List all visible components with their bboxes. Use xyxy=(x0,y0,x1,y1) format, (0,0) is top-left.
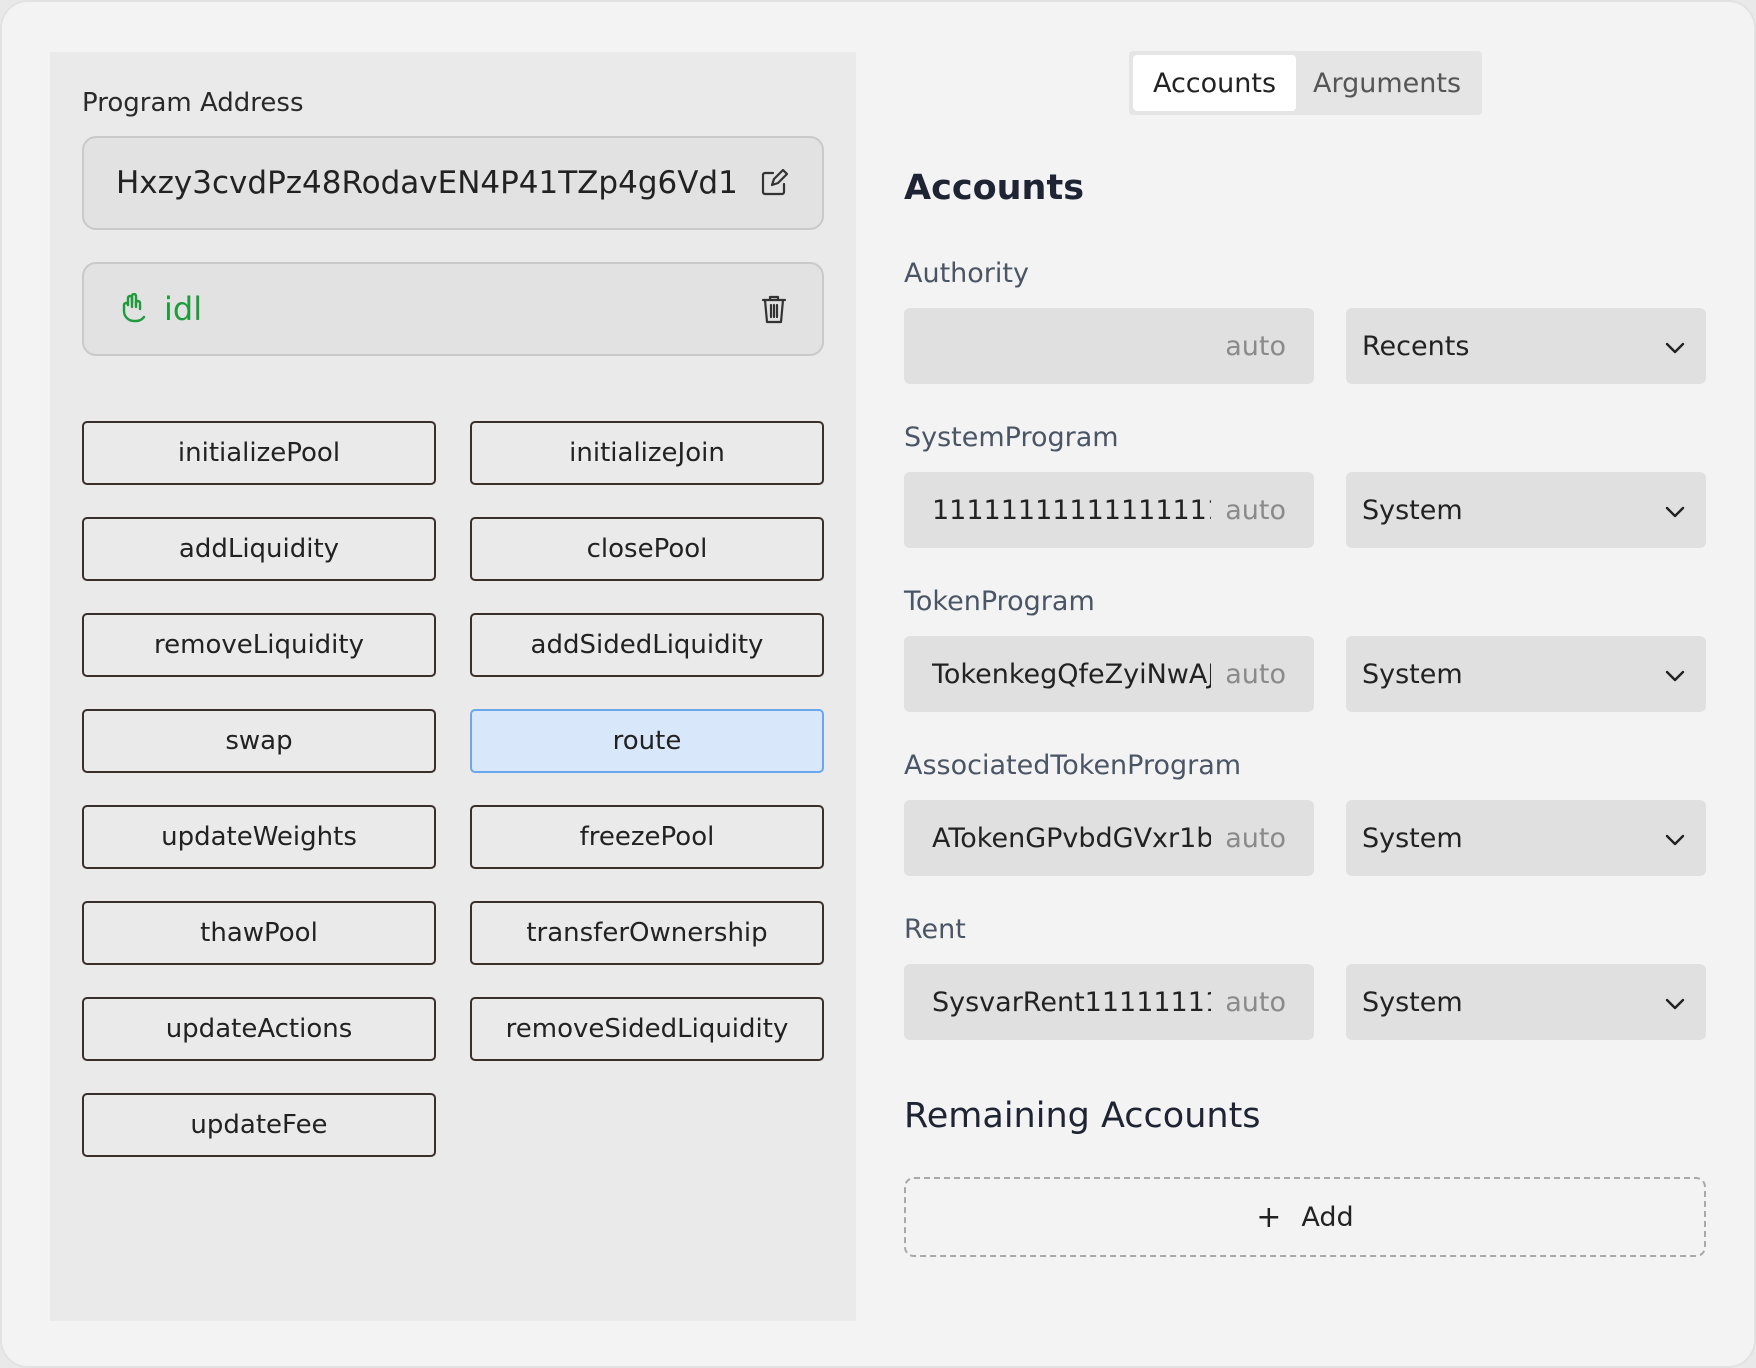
trash-icon[interactable] xyxy=(758,293,790,325)
account-source-value: System xyxy=(1362,658,1463,690)
left-panel: Program Address Hxzy3cvdPz48RodavEN4P41T… xyxy=(50,52,856,1321)
account-source-select[interactable]: Recents xyxy=(1346,308,1706,384)
account-label: SystemProgram xyxy=(904,422,1119,453)
account-label: Rent xyxy=(904,914,966,945)
instruction-button-freezePool[interactable]: freezePool xyxy=(470,805,824,869)
auto-badge: auto xyxy=(1225,986,1286,1018)
program-address-label: Program Address xyxy=(82,88,304,118)
account-address-value: TokenkegQfeZyiNwAJbNbGKPFXCWuBvf9Ss623VQ… xyxy=(932,658,1212,690)
edit-icon[interactable] xyxy=(758,167,790,199)
tab-accounts[interactable]: Accounts xyxy=(1133,55,1296,111)
chevron-down-icon xyxy=(1664,823,1686,854)
account-address-input[interactable]: SysvarRent111111111111111111111111111111… xyxy=(904,964,1314,1040)
instruction-button-removeLiquidity[interactable]: removeLiquidity xyxy=(82,613,436,677)
account-source-value: Recents xyxy=(1362,330,1470,362)
instruction-list: initializePool initializeJoin addLiquidity… xyxy=(82,421,824,1157)
tab-arguments[interactable]: Arguments xyxy=(1296,55,1478,111)
account-address-value: ATokenGPvbdGVxr1b2hvZbsiqW5xWH25efTNsLJA… xyxy=(932,822,1212,854)
account-source-value: System xyxy=(1362,822,1463,854)
accounts-title: Accounts xyxy=(904,168,1085,208)
instruction-button-updateFee[interactable]: updateFee xyxy=(82,1093,436,1157)
account-address-input[interactable]: auto xyxy=(904,308,1314,384)
account-source-select[interactable]: System xyxy=(1346,636,1706,712)
plus-icon: + xyxy=(1256,1199,1282,1235)
account-label: AssociatedTokenProgram xyxy=(904,750,1242,781)
instruction-button-updateActions[interactable]: updateActions xyxy=(82,997,436,1061)
program-address-field[interactable]: Hxzy3cvdPz48RodavEN4P41TZp4g6Vd1 xyxy=(82,136,824,230)
account-address-input[interactable]: 11111111111111111111111111111111 auto xyxy=(904,472,1314,548)
app-window: Program Address Hxzy3cvdPz48RodavEN4P41T… xyxy=(0,0,1756,1368)
account-address-value: SysvarRent111111111111111111111111111111… xyxy=(932,986,1211,1018)
remaining-accounts-title: Remaining Accounts xyxy=(904,1096,1261,1136)
auto-badge: auto xyxy=(1225,494,1286,526)
instruction-button-removeSidedLiquidity[interactable]: removeSidedLiquidity xyxy=(470,997,824,1061)
account-label: TokenProgram xyxy=(904,586,1095,617)
auto-badge: auto xyxy=(1225,822,1286,854)
idl-name: idl xyxy=(164,290,203,328)
add-button-label: Add xyxy=(1301,1201,1354,1233)
account-source-value: System xyxy=(1362,986,1463,1018)
tab-bar: Accounts Arguments xyxy=(1129,51,1482,115)
account-label: Authority xyxy=(904,258,1029,289)
account-address-value: 11111111111111111111111111111111 xyxy=(932,494,1211,526)
account-source-select[interactable]: System xyxy=(1346,964,1706,1040)
instruction-button-initializePool[interactable]: initializePool xyxy=(82,421,436,485)
account-address-input[interactable]: ATokenGPvbdGVxr1b2hvZbsiqW5xWH25efTNsLJA… xyxy=(904,800,1314,876)
auto-badge: auto xyxy=(1225,658,1286,690)
account-source-select[interactable]: System xyxy=(1346,472,1706,548)
account-address-input[interactable]: TokenkegQfeZyiNwAJbNbGKPFXCWuBvf9Ss623VQ… xyxy=(904,636,1314,712)
chevron-down-icon xyxy=(1664,495,1686,526)
instruction-button-updateWeights[interactable]: updateWeights xyxy=(82,805,436,869)
instruction-button-closePool[interactable]: closePool xyxy=(470,517,824,581)
program-address-value: Hxzy3cvdPz48RodavEN4P41TZp4g6Vd1 xyxy=(116,165,738,201)
chevron-down-icon xyxy=(1664,659,1686,690)
instruction-button-addLiquidity[interactable]: addLiquidity xyxy=(82,517,436,581)
instruction-button-transferOwnership[interactable]: transferOwnership xyxy=(470,901,824,965)
account-source-select[interactable]: System xyxy=(1346,800,1706,876)
chevron-down-icon xyxy=(1664,987,1686,1018)
instruction-button-swap[interactable]: swap xyxy=(82,709,436,773)
add-remaining-account-button[interactable]: + Add xyxy=(904,1177,1706,1257)
file-icon xyxy=(118,293,150,325)
instruction-button-thawPool[interactable]: thawPool xyxy=(82,901,436,965)
instruction-button-initializeJoin[interactable]: initializeJoin xyxy=(470,421,824,485)
idl-file-box[interactable]: idl xyxy=(82,262,824,356)
auto-badge: auto xyxy=(1225,330,1286,362)
account-source-value: System xyxy=(1362,494,1463,526)
chevron-down-icon xyxy=(1664,331,1686,362)
instruction-button-route[interactable]: route xyxy=(470,709,824,773)
instruction-button-addSidedLiquidity[interactable]: addSidedLiquidity xyxy=(470,613,824,677)
